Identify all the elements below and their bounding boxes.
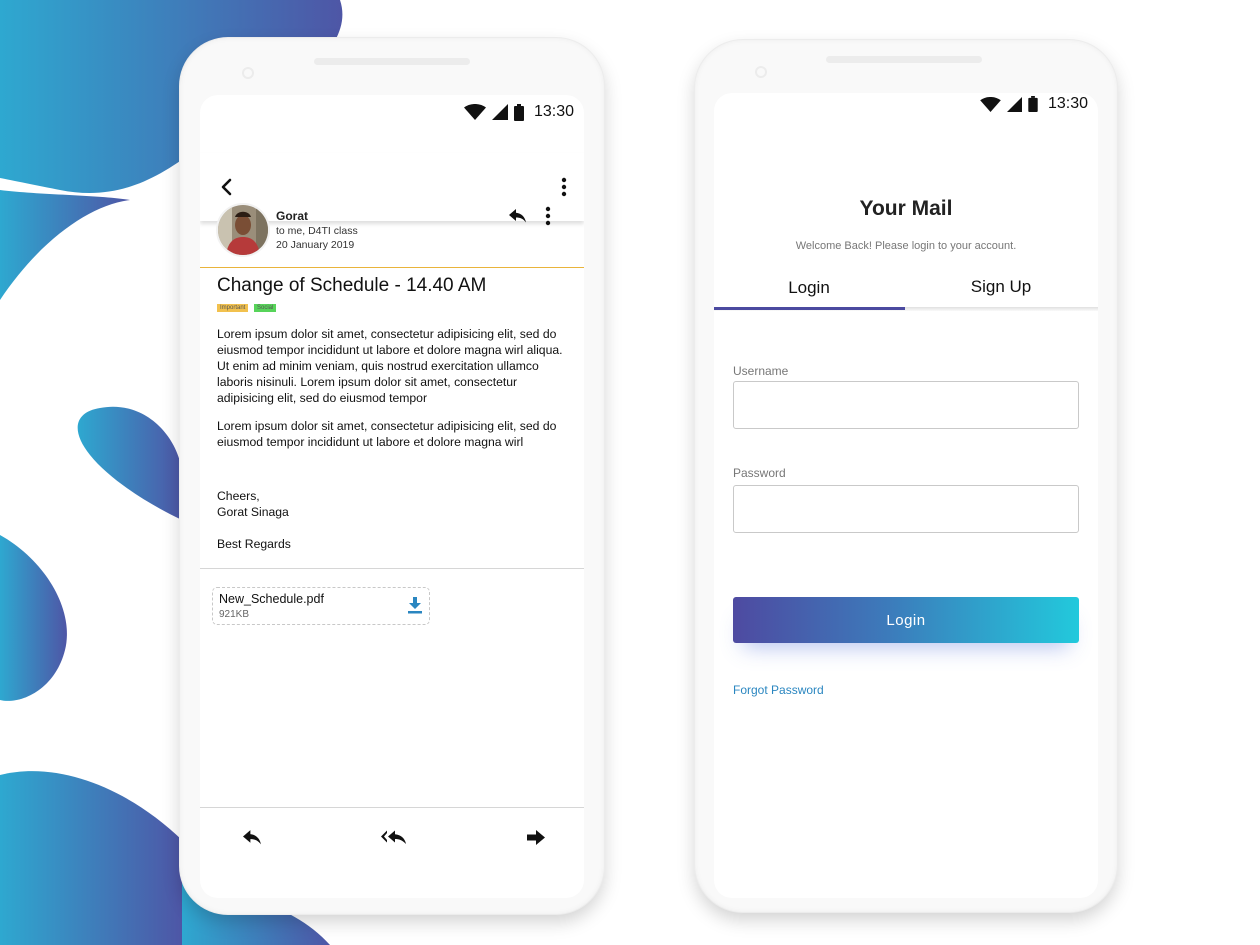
- tab-login[interactable]: Login: [714, 278, 904, 318]
- avatar[interactable]: [216, 203, 270, 257]
- status-time: 13:30: [1047, 95, 1088, 112]
- reply-all-button[interactable]: [378, 823, 410, 851]
- status-time: 13:30: [533, 103, 574, 120]
- username-input[interactable]: [733, 381, 1079, 429]
- username-label: Username: [733, 364, 789, 378]
- reply-button[interactable]: [506, 205, 530, 227]
- phone-camera: [242, 67, 254, 79]
- download-icon: [408, 596, 422, 613]
- phone-email-detail: 13:30 Gorat to me, D4TI class 20 January…: [180, 38, 604, 914]
- email-action-bar: [200, 807, 584, 867]
- status-bar: 13:30: [463, 103, 574, 121]
- avatar-photo-icon: [218, 205, 268, 255]
- welcome-subtitle: Welcome Back! Please login to your accou…: [795, 240, 1017, 252]
- tab-sign-up[interactable]: Sign Up: [906, 277, 1096, 317]
- status-bar: 13:30: [980, 95, 1088, 113]
- cell-signal-icon: [1006, 96, 1022, 112]
- email-paragraph-1: Lorem ipsum dolor sit amet, consectetur …: [217, 327, 563, 405]
- phone-login: 13:30 Your Mail Welcome Back! Please log…: [695, 40, 1117, 912]
- best-regards: Best Regards: [217, 537, 291, 551]
- forgot-password-link[interactable]: Forgot Password: [733, 683, 824, 697]
- signoff-line-2: Gorat Sinaga: [217, 505, 289, 519]
- forward-button[interactable]: [522, 823, 550, 851]
- wifi-icon: [980, 96, 1001, 112]
- password-label: Password: [733, 466, 786, 480]
- login-screen: 13:30 Your Mail Welcome Back! Please log…: [714, 93, 1098, 898]
- more-vert-icon: [545, 206, 551, 226]
- reply-icon: [509, 209, 526, 223]
- reply-all-icon: [381, 830, 406, 844]
- email-date: 20 January 2019: [276, 239, 355, 251]
- phone-speaker: [826, 56, 982, 63]
- tag-social[interactable]: Social: [254, 304, 277, 312]
- cell-signal-icon: [491, 104, 508, 120]
- login-button[interactable]: Login: [733, 597, 1079, 643]
- sender-header: Gorat to me, D4TI class 20 January 2019: [216, 203, 584, 273]
- phone-speaker: [314, 58, 470, 65]
- back-button[interactable]: [212, 173, 240, 201]
- wifi-icon: [463, 104, 486, 120]
- back-arrow-icon: [221, 178, 232, 196]
- signoff-line-1: Cheers,: [217, 489, 260, 503]
- bottom-reply-button[interactable]: [238, 823, 266, 851]
- message-more-button[interactable]: [538, 205, 558, 227]
- attachment-name: New_Schedule.pdf: [219, 592, 324, 606]
- active-tab-indicator: [714, 307, 905, 310]
- email-screen: 13:30 Gorat to me, D4TI class 20 January…: [200, 95, 584, 898]
- more-vert-icon: [561, 177, 567, 197]
- body-divider: [200, 568, 584, 569]
- forward-icon: [527, 829, 545, 845]
- app-title: Your Mail: [859, 197, 953, 220]
- password-input[interactable]: [733, 485, 1079, 533]
- sender-name: Gorat: [276, 209, 309, 223]
- header-divider: [200, 267, 584, 268]
- email-paragraph-2: Lorem ipsum dolor sit amet, consectetur …: [217, 419, 557, 449]
- recipients: to me, D4TI class: [276, 225, 358, 237]
- email-subject: Change of Schedule - 14.40 AM: [217, 275, 487, 296]
- battery-icon: [1028, 96, 1038, 112]
- download-button[interactable]: [405, 594, 425, 616]
- battery-icon: [513, 103, 524, 121]
- reply-icon: [242, 829, 261, 844]
- tag-important[interactable]: Important: [217, 304, 249, 312]
- phone-camera: [755, 66, 767, 78]
- attachment-card[interactable]: New_Schedule.pdf 921KB: [212, 587, 430, 625]
- attachment-size: 921KB: [219, 609, 250, 620]
- appbar-more-button[interactable]: [550, 173, 578, 201]
